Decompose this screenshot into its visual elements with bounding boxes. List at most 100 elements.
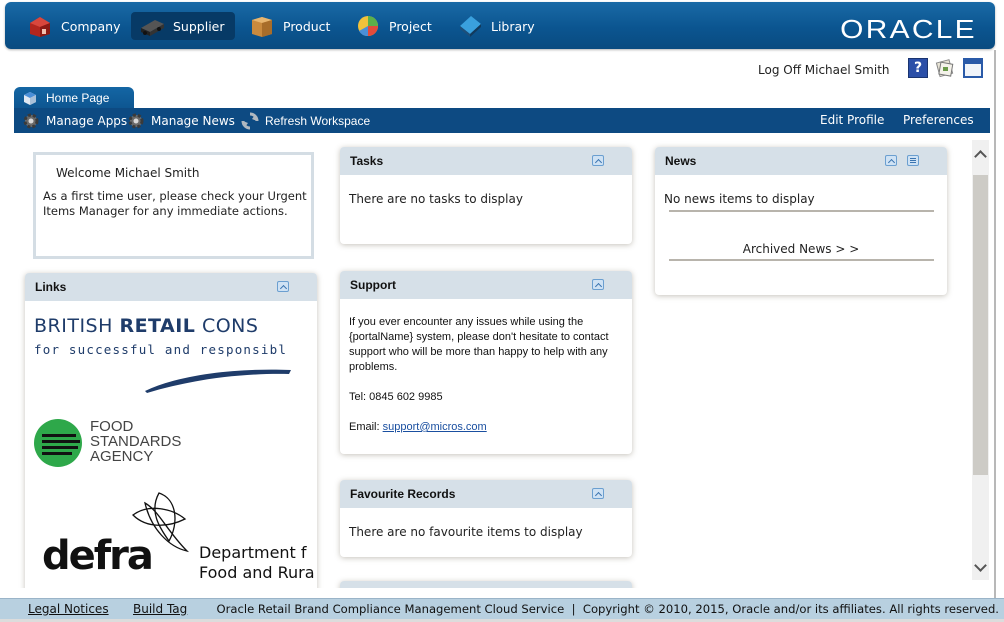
links-portlet: Links BRITISH RETAIL CONS for successful…: [25, 273, 317, 588]
project-chart-icon: [355, 14, 381, 38]
nav-library[interactable]: Library: [449, 12, 545, 40]
links-title: Links: [35, 280, 67, 294]
workspace-toolbar: Manage Apps Manage News Refresh Workspac…: [14, 108, 990, 133]
workspace: Welcome Michael Smith As a first time us…: [14, 133, 990, 588]
library-book-icon: [457, 14, 483, 38]
nav-company-label: Company: [61, 18, 121, 34]
supplier-truck-icon: [139, 14, 165, 38]
support-email-label: Email:: [349, 421, 383, 433]
preferences-link[interactable]: Preferences: [903, 108, 974, 133]
welcome-text: As a first time user, please check your …: [43, 189, 307, 218]
build-tag-link[interactable]: Build Tag: [133, 602, 187, 616]
links-body: BRITISH RETAIL CONS for successful and r…: [25, 301, 317, 588]
tasks-portlet: Tasks There are no tasks to display: [340, 147, 632, 244]
tasks-empty-text: There are no tasks to display: [349, 192, 523, 206]
refresh-icon: [241, 112, 259, 130]
welcome-title: Welcome Michael Smith: [56, 166, 200, 180]
refresh-workspace-button[interactable]: Refresh Workspace: [241, 108, 370, 133]
nav-product-label: Product: [283, 18, 331, 34]
nav-supplier[interactable]: Supplier: [131, 12, 235, 40]
manage-news-button[interactable]: Manage News: [127, 108, 235, 133]
next-portlet-header: [340, 581, 632, 588]
nav-project-label: Project: [389, 18, 432, 34]
collapse-icon[interactable]: [592, 488, 604, 499]
gear-icon: [22, 112, 40, 130]
tasks-title: Tasks: [350, 154, 384, 168]
fsa-line-2: STANDARDS: [90, 433, 182, 450]
news-empty-text: No news items to display: [664, 192, 815, 206]
archived-news-link[interactable]: Archived News > >: [655, 242, 947, 256]
home-cube-icon: [22, 90, 38, 106]
defra-logo[interactable]: defra: [42, 534, 154, 578]
scroll-up-icon[interactable]: [975, 148, 985, 158]
scroll-thumb[interactable]: [973, 175, 988, 475]
edit-profile-link[interactable]: Edit Profile: [820, 108, 884, 133]
collapse-icon[interactable]: [885, 155, 897, 166]
links-header: Links: [25, 273, 317, 301]
news-divider: [669, 259, 934, 261]
favourites-header: Favourite Records: [340, 480, 632, 508]
support-title: Support: [350, 278, 396, 292]
collapse-icon[interactable]: [277, 281, 289, 292]
nav-project[interactable]: Project: [347, 12, 442, 40]
manage-apps-label: Manage Apps: [46, 113, 128, 128]
favourite-records-portlet: Favourite Records There are no favourite…: [340, 480, 632, 557]
fsa-logo-icon[interactable]: [34, 419, 82, 467]
help-icon[interactable]: ?: [908, 58, 928, 78]
nav-company[interactable]: Company: [19, 12, 130, 40]
news-portlet: News No news items to display Archived N…: [655, 147, 947, 295]
brc-logo-text-a: BRITISH: [34, 315, 120, 337]
window-icon[interactable]: [963, 58, 983, 78]
fsa-line-3: AGENCY: [90, 448, 154, 465]
favourites-empty-text: There are no favourite items to display: [349, 525, 583, 539]
defra-line-1: Department f: [199, 543, 307, 562]
workspace-scrollbar[interactable]: [972, 140, 989, 580]
brc-logo-text-c: CONS: [195, 315, 259, 337]
copyright-text: Oracle Retail Brand Compliance Managemen…: [216, 602, 1000, 616]
tab-home-page[interactable]: Home Page: [14, 87, 134, 109]
support-header: Support: [340, 271, 632, 299]
manage-apps-button[interactable]: Manage Apps: [22, 108, 127, 133]
brc-swoosh-icon: [145, 369, 291, 393]
support-portlet: Support If you ever encounter any issues…: [340, 271, 632, 454]
support-email-link[interactable]: support@micros.com: [383, 421, 487, 433]
support-body: If you ever encounter any issues while u…: [340, 299, 632, 435]
support-paragraph: If you ever encounter any issues while u…: [349, 316, 609, 373]
nav-library-label: Library: [491, 18, 535, 34]
product-box-icon: [249, 14, 275, 38]
fsa-logo-text: FOOD STANDARDS AGENCY: [90, 419, 181, 464]
next-portlet-partial: [340, 581, 632, 588]
defra-line-2: Food and Rura: [199, 563, 315, 582]
legal-notices-link[interactable]: Legal Notices: [28, 602, 109, 616]
brc-logo[interactable]: BRITISH RETAIL CONS: [34, 315, 258, 337]
fsa-line-1: FOOD: [90, 418, 134, 435]
footer: Legal Notices Build Tag Oracle Retail Br…: [0, 598, 1004, 619]
support-email-line: Email: support@micros.com: [349, 420, 623, 435]
collapse-icon[interactable]: [592, 279, 604, 290]
company-icon: [27, 14, 53, 38]
top-navigation-bar: Company Supplier Product Project Library…: [5, 2, 995, 49]
tasks-header: Tasks: [340, 147, 632, 175]
welcome-panel: Welcome Michael Smith As a first time us…: [33, 152, 314, 259]
news-header: News: [655, 147, 947, 175]
oracle-logo: ORACLE: [840, 14, 977, 44]
brc-logo-text-b: RETAIL: [119, 315, 196, 337]
manage-news-label: Manage News: [151, 113, 235, 128]
favourites-title: Favourite Records: [350, 487, 456, 501]
support-tel: Tel: 0845 602 9985: [349, 391, 443, 403]
news-title: News: [665, 154, 697, 168]
nav-product[interactable]: Product: [241, 12, 340, 40]
notes-icon[interactable]: [935, 58, 955, 78]
list-icon[interactable]: [907, 155, 919, 166]
log-off-link[interactable]: Log Off Michael Smith: [758, 63, 890, 77]
defra-logo-text: Department f Food and Rura: [199, 543, 315, 583]
news-divider: [669, 210, 934, 212]
tab-home-page-label: Home Page: [46, 91, 110, 105]
gear-icon: [127, 112, 145, 130]
window-border: [994, 50, 996, 598]
refresh-workspace-label: Refresh Workspace: [265, 113, 371, 128]
scroll-down-icon[interactable]: [975, 562, 985, 572]
nav-supplier-label: Supplier: [173, 18, 225, 34]
collapse-icon[interactable]: [592, 155, 604, 166]
brc-tagline: for successful and responsibl: [34, 342, 288, 357]
